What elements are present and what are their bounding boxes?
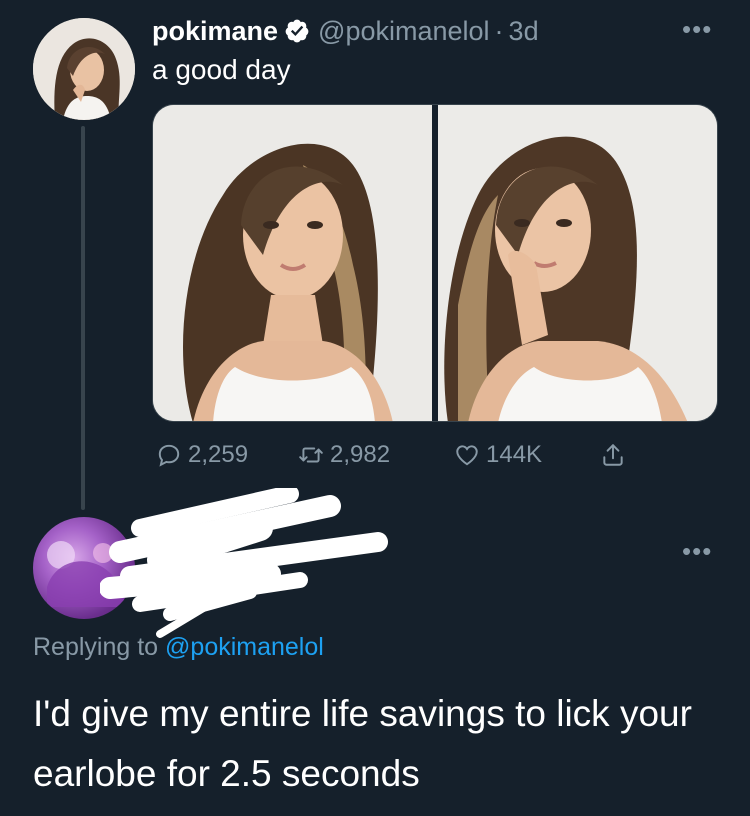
replying-to-prefix: Replying to: [33, 633, 166, 661]
photo-image: [438, 105, 717, 421]
author-handle[interactable]: @pokimanelol: [318, 16, 490, 47]
author-avatar[interactable]: [33, 18, 135, 120]
replying-to: Replying to @pokimanelol: [33, 633, 324, 662]
reply-action[interactable]: 2,259: [156, 440, 248, 470]
like-count: 144K: [486, 441, 543, 468]
heart-icon: [456, 445, 478, 466]
like-action[interactable]: 144K: [454, 440, 542, 470]
reply-icon: [158, 444, 180, 467]
avatar-photo: [33, 18, 135, 120]
reply-text: I'd give my entire life savings to lick …: [33, 693, 692, 794]
tweet-more-options-icon[interactable]: •••: [682, 16, 712, 42]
tweet-actions: 2,259 2,982 144K: [0, 440, 750, 470]
tweet-media[interactable]: [152, 104, 718, 422]
tweet-timestamp[interactable]: 3d: [509, 16, 539, 47]
retweet-action[interactable]: 2,982: [298, 440, 390, 470]
tweet-photo-1[interactable]: [153, 105, 432, 421]
tweet-text: a good day: [152, 54, 291, 85]
replying-to-mention[interactable]: @pokimanelol: [165, 633, 324, 661]
redaction-scribble: [100, 488, 388, 638]
share-icon: [603, 444, 623, 466]
tweet-photo-2[interactable]: [438, 105, 717, 421]
reply-more-options-icon[interactable]: •••: [682, 538, 712, 564]
retweet-count: 2,982: [330, 441, 391, 468]
tweet-header: pokimane @pokimanelol · 3d: [152, 14, 539, 48]
reply-count: 2,259: [188, 441, 249, 468]
photo-image: [153, 105, 432, 421]
retweet-icon: [299, 447, 323, 463]
verified-badge-icon: [285, 19, 309, 43]
author-name[interactable]: pokimane: [152, 16, 278, 47]
share-action[interactable]: [600, 440, 626, 470]
header-separator: ·: [494, 15, 504, 46]
